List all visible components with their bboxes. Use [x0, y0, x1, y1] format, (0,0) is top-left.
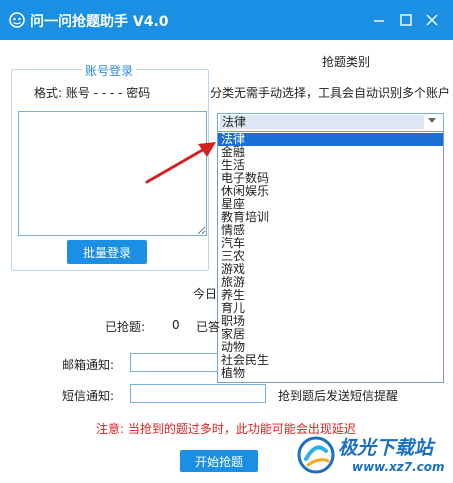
category-title: 抢题类别: [322, 55, 371, 69]
window-title: 问一问抢题助手 V4.0: [30, 14, 169, 30]
sms-notify-input[interactable]: [130, 384, 266, 403]
category-option[interactable]: 生活: [218, 159, 443, 172]
watermark: 极光下载站 www.xz7.com: [296, 433, 446, 479]
category-option[interactable]: 游戏: [218, 263, 443, 276]
category-select-value: 法律: [222, 115, 247, 129]
today-label: 今日: [193, 287, 218, 301]
category-option[interactable]: 养生: [218, 289, 443, 302]
category-option[interactable]: 社会民生: [218, 354, 443, 367]
category-option[interactable]: 动物: [218, 341, 443, 354]
account-login-legend: 账号登录: [82, 62, 137, 79]
category-option[interactable]: 教育培训: [218, 211, 443, 224]
sms-notify-label: 短信通知:: [62, 389, 115, 403]
watermark-domain: www.xz7.com: [352, 460, 445, 474]
category-option[interactable]: 三农: [218, 250, 443, 263]
category-option[interactable]: 植物: [218, 367, 443, 380]
category-option[interactable]: 情感: [218, 224, 443, 237]
watermark-name: 极光下载站: [338, 437, 434, 459]
watermark-logo-icon: [297, 436, 335, 474]
category-option[interactable]: 金融: [218, 146, 443, 159]
category-option[interactable]: 家居: [218, 328, 443, 341]
grabbed-label: 已抢题:: [105, 320, 146, 334]
batch-login-button[interactable]: 批量登录: [67, 240, 147, 264]
category-option[interactable]: 电子数码: [218, 172, 443, 185]
category-option[interactable]: 星座: [218, 198, 443, 211]
category-select-highlight: [220, 115, 424, 129]
category-option[interactable]: 职场: [218, 315, 443, 328]
format-label: 格式: 账号 - - - - 密码: [34, 86, 151, 100]
category-hint: 分类无需手动选择，工具会自动识别多个账户: [210, 86, 451, 100]
close-icon[interactable]: [422, 10, 442, 30]
title-bar: 问一问抢题助手 V4.0: [0, 0, 453, 40]
category-select[interactable]: 法律: [217, 113, 444, 132]
email-notify-input[interactable]: [130, 353, 218, 372]
red-arrow-icon: [145, 142, 216, 184]
email-notify-label: 邮箱通知:: [62, 358, 115, 372]
category-option[interactable]: 育儿: [218, 302, 443, 315]
category-option[interactable]: 法律: [218, 133, 443, 146]
maximize-icon[interactable]: [396, 10, 416, 30]
category-dropdown-list: 法律 金融 生活 电子数码 休闲娱乐 星座 教育培训 情感 汽车 三农 游戏 旅游 养生 育儿 职场 家居 动物…: [217, 131, 444, 383]
chevron-down-icon[interactable]: [428, 118, 436, 123]
start-grab-button[interactable]: 开始抢题: [180, 450, 258, 472]
category-option[interactable]: 汽车: [218, 237, 443, 250]
category-option[interactable]: 旅游: [218, 276, 443, 289]
sms-notify-hint: 抢到题后发送短信提醒: [278, 389, 399, 403]
answered-label: 已答: [196, 320, 221, 334]
grabbed-value: 0: [172, 318, 180, 332]
minimize-icon[interactable]: [369, 10, 389, 30]
category-option[interactable]: 休闲娱乐: [218, 185, 443, 198]
app-icon: [9, 12, 25, 28]
